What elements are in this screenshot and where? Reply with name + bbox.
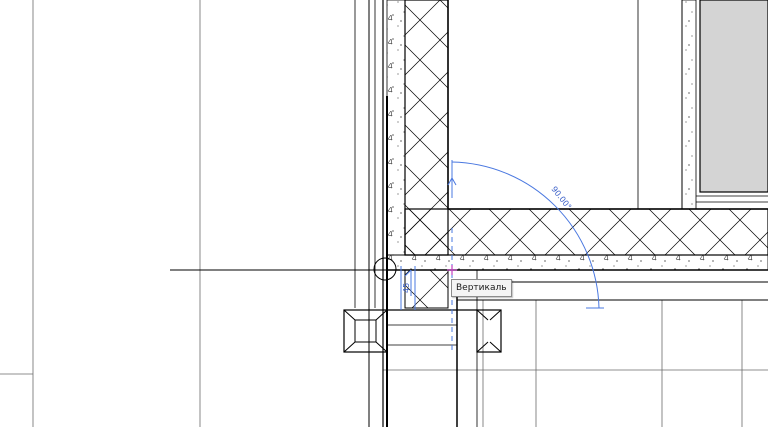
concrete-layer-vertical <box>386 0 406 256</box>
angle-label: 90.00° <box>549 185 573 212</box>
exterior-wall-lines <box>354 0 388 427</box>
concrete-layer-horizontal <box>386 254 768 271</box>
insulation-horizontal <box>404 208 768 256</box>
window-glass <box>699 0 768 193</box>
drawing-canvas[interactable]: 90.00° 45 <box>0 0 768 427</box>
right-wall-concrete <box>681 0 697 210</box>
plinth <box>343 309 502 353</box>
snap-tooltip: Вертикаль <box>451 279 512 297</box>
offset-label: 45 <box>402 283 411 293</box>
